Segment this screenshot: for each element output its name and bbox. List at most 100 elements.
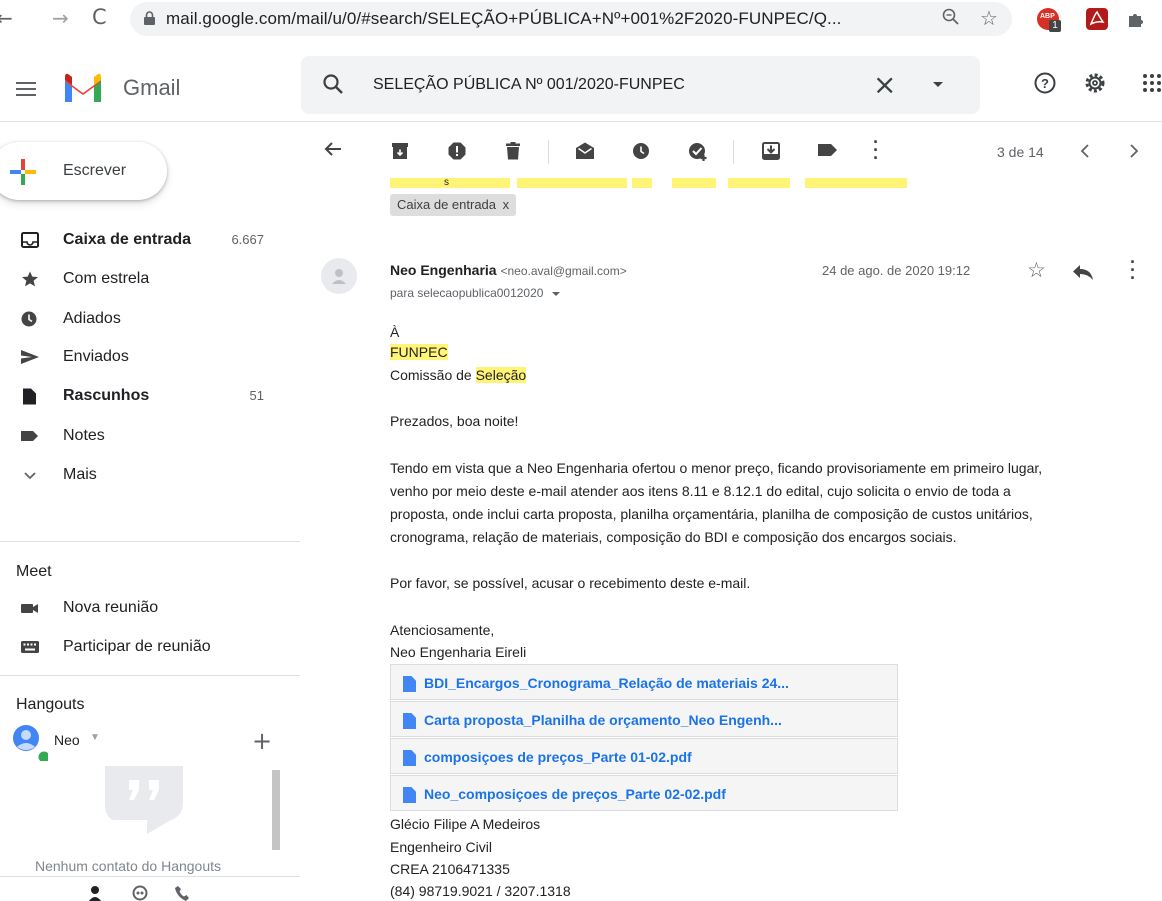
browser-toolbar: ← → C mail.google.com/mail/u/0/#search/S… bbox=[0, 0, 1162, 40]
older-chevron-right-icon[interactable] bbox=[1129, 144, 1139, 158]
label-icon bbox=[21, 431, 38, 441]
clear-search-icon[interactable]: × bbox=[873, 68, 896, 101]
attachment-name[interactable]: BDI_Encargos_Cronograma_Relação de mater… bbox=[424, 675, 789, 691]
clock-icon bbox=[21, 311, 37, 327]
sidebar-item-label: Adiados bbox=[63, 310, 121, 327]
puzzle-extensions-icon[interactable] bbox=[1125, 8, 1147, 30]
sidebar-item-label: Enviados bbox=[63, 348, 129, 365]
search-input[interactable]: SELEÇÃO PÚBLICA Nº 001/2020-FUNPEC bbox=[373, 76, 685, 94]
inbox-icon bbox=[21, 232, 39, 248]
move-to-icon[interactable] bbox=[762, 142, 780, 160]
back-arrow-icon[interactable]: ← bbox=[0, 6, 13, 30]
help-icon[interactable]: ? bbox=[1033, 71, 1057, 95]
committee-highlight: Seleção bbox=[475, 367, 527, 383]
snooze-clock-icon[interactable] bbox=[632, 142, 650, 160]
url-text: mail.google.com/mail/u/0/#search/SELEÇÃO… bbox=[166, 9, 842, 28]
sidebar-item-label: Notes bbox=[63, 427, 105, 444]
sender-name[interactable]: Neo Engenharia bbox=[390, 262, 497, 278]
more-options-icon[interactable]: · · · bbox=[873, 133, 879, 167]
sidebar-item-more[interactable]: Mais bbox=[0, 459, 270, 491]
hangouts-user[interactable]: Neo ▼ + bbox=[12, 725, 282, 761]
show-details-dropdown-icon[interactable] bbox=[551, 291, 560, 296]
salutation-line: Prezados, boa noite! bbox=[390, 413, 519, 429]
adblock-badge: 1 bbox=[1049, 20, 1061, 32]
document-icon bbox=[403, 750, 416, 766]
gmail-logo[interactable] bbox=[62, 72, 104, 104]
main-menu-icon[interactable] bbox=[16, 82, 36, 96]
zoom-icon[interactable] bbox=[942, 8, 960, 31]
attachment-name[interactable]: composiçoes de preços_Parte 01-02.pdf bbox=[424, 749, 692, 765]
back-to-search-icon[interactable] bbox=[324, 140, 342, 158]
add-contact-icon[interactable]: + bbox=[252, 727, 272, 755]
recipient-text: para selecaopublica0012020 bbox=[390, 286, 544, 300]
attachment-link[interactable]: Carta proposta_Planilha de orçamento_Neo… bbox=[390, 701, 898, 737]
status-dropdown-icon[interactable]: ▼ bbox=[90, 732, 100, 743]
mark-unread-icon[interactable] bbox=[575, 142, 595, 160]
sidebar-item-drafts[interactable]: Rascunhos 51 bbox=[0, 380, 270, 412]
sidebar-item-inbox[interactable]: Caixa de entrada 6.667 bbox=[0, 224, 270, 256]
sidebar-item-notes[interactable]: Notes bbox=[0, 420, 270, 452]
user-avatar-icon bbox=[13, 725, 48, 761]
hangouts-empty-text: Nenhum contato do Hangouts bbox=[35, 858, 222, 874]
remove-label-icon[interactable]: x bbox=[503, 197, 510, 212]
attachment-name[interactable]: Neo_composiçoes de preços_Parte 02-02.pd… bbox=[424, 786, 726, 802]
drafts-count: 51 bbox=[249, 388, 264, 403]
attachment-link[interactable]: Neo_composiçoes de preços_Parte 02-02.pd… bbox=[390, 775, 898, 811]
attachment-link[interactable]: BDI_Encargos_Cronograma_Relação de mater… bbox=[390, 664, 898, 700]
document-icon bbox=[403, 787, 416, 803]
adblock-extension-icon[interactable]: ABP 1 bbox=[1037, 8, 1061, 32]
meet-item-label: Nova reunião bbox=[63, 599, 159, 616]
meet-new-meeting[interactable]: Nova reunião bbox=[0, 592, 270, 624]
message-more-icon[interactable]: · · · bbox=[1130, 253, 1136, 287]
closing-line: Atenciosamente, bbox=[390, 622, 495, 638]
address-bar[interactable]: mail.google.com/mail/u/0/#search/SELEÇÃO… bbox=[130, 2, 1012, 36]
bookmark-star-icon[interactable]: ☆ bbox=[980, 6, 998, 31]
paragraph-line: venho por meio deste e-mail atender aos … bbox=[390, 483, 1011, 499]
apps-grid-icon[interactable] bbox=[1142, 73, 1162, 93]
meet-join-meeting[interactable]: Participar de reunião bbox=[0, 631, 270, 663]
search-icon[interactable] bbox=[321, 72, 345, 96]
sidebar-scrollbar[interactable] bbox=[272, 770, 280, 850]
star-message-icon[interactable]: ☆ bbox=[1027, 258, 1046, 283]
sidebar-item-sent[interactable]: Enviados bbox=[0, 341, 270, 373]
reply-icon[interactable] bbox=[1072, 264, 1094, 280]
label-as-icon[interactable] bbox=[818, 142, 838, 158]
pdf-extension-icon[interactable] bbox=[1086, 8, 1108, 30]
add-to-tasks-icon[interactable] bbox=[688, 142, 708, 162]
recipient-line[interactable]: para selecaopublica0012020 bbox=[390, 286, 560, 300]
sidebar-item-starred[interactable]: Com estrela bbox=[0, 263, 270, 295]
delete-trash-icon[interactable] bbox=[504, 142, 522, 160]
attachment-name[interactable]: Carta proposta_Planilha de orçamento_Neo… bbox=[424, 712, 782, 728]
sender-avatar[interactable] bbox=[321, 258, 357, 294]
sidebar-divider bbox=[0, 541, 300, 542]
archive-icon[interactable] bbox=[391, 142, 409, 160]
conversations-icon[interactable] bbox=[132, 885, 148, 901]
paragraph-line: Tendo em vista que a Neo Engenharia ofer… bbox=[390, 460, 1043, 476]
compose-button[interactable]: Escrever bbox=[0, 142, 167, 200]
chevron-down-icon bbox=[24, 472, 36, 480]
phone-icon[interactable] bbox=[175, 885, 189, 901]
svg-text:?: ? bbox=[1041, 76, 1049, 91]
hangouts-user-name: Neo bbox=[54, 732, 80, 748]
org-line: FUNPEC bbox=[390, 344, 448, 360]
request-line: Por favor, se possível, acusar o recebim… bbox=[390, 575, 751, 591]
reload-icon[interactable]: C bbox=[92, 5, 107, 29]
inbox-label-chip: Caixa de entrada x bbox=[390, 194, 517, 216]
contacts-person-icon[interactable] bbox=[89, 885, 101, 901]
newer-chevron-left-icon[interactable] bbox=[1080, 144, 1090, 158]
gmail-header: Gmail SELEÇÃO PÚBLICA Nº 001/2020-FUNPEC… bbox=[0, 40, 1162, 122]
message-toolbar: · · · 3 de 14 bbox=[300, 122, 1162, 178]
adblock-label: ABP bbox=[1040, 13, 1055, 20]
video-icon bbox=[21, 604, 38, 613]
forward-arrow-icon[interactable]: → bbox=[52, 6, 69, 30]
sidebar-divider bbox=[0, 876, 300, 877]
settings-gear-icon[interactable] bbox=[1083, 71, 1107, 95]
report-spam-icon[interactable] bbox=[448, 142, 466, 160]
sidebar-divider bbox=[0, 675, 300, 676]
search-options-icon[interactable] bbox=[933, 82, 943, 87]
search-bar[interactable]: SELEÇÃO PÚBLICA Nº 001/2020-FUNPEC × bbox=[301, 56, 980, 114]
draft-icon bbox=[23, 388, 36, 405]
paragraph-line: proposta, onde inclui carta proposta, pl… bbox=[390, 506, 1033, 522]
sidebar-item-snoozed[interactable]: Adiados bbox=[0, 303, 270, 335]
attachment-link[interactable]: composiçoes de preços_Parte 01-02.pdf bbox=[390, 738, 898, 774]
